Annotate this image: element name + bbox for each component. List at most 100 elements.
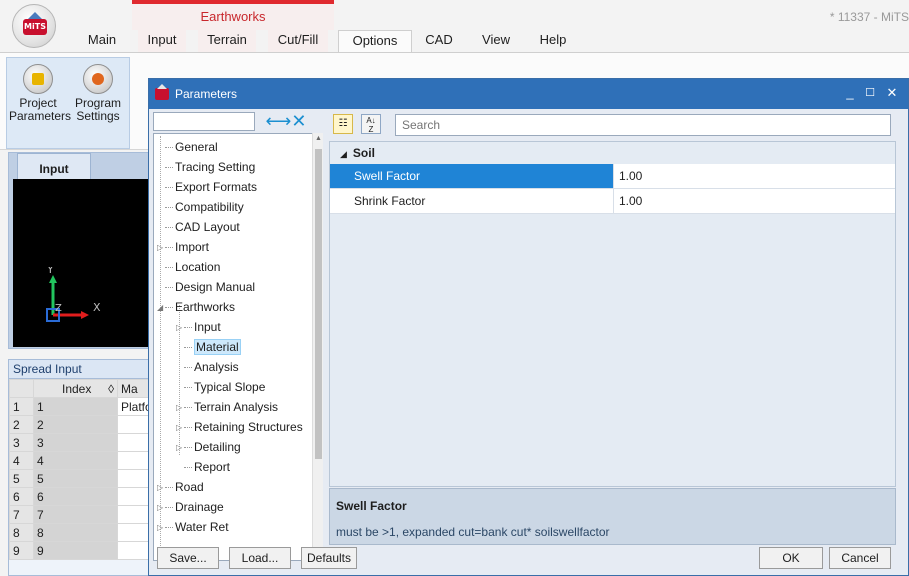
table-row[interactable]: 88 (9, 523, 160, 542)
table-row[interactable]: 33 (9, 433, 160, 452)
tree-filter-input[interactable] (153, 112, 255, 131)
scroll-up-icon[interactable]: ▲ (314, 135, 323, 142)
table-row[interactable]: 66 (9, 487, 160, 506)
maximize-button[interactable]: ☐ (860, 79, 880, 109)
project-parameters-button[interactable]: Project Parameters (9, 64, 71, 126)
category-expander-icon[interactable]: ◢ (340, 149, 347, 159)
tree-expand-icon[interactable]: ▷ (176, 318, 184, 338)
dialog-title: Parameters (175, 87, 238, 101)
tree-item[interactable]: Material (176, 337, 241, 357)
tree-item[interactable]: General (157, 137, 218, 157)
table-row[interactable]: 44 (9, 451, 160, 470)
categorized-view-icon[interactable]: ☷ (333, 114, 353, 134)
tab-view[interactable]: View (474, 30, 518, 53)
tree-connector (184, 447, 192, 449)
tree-connector (165, 507, 173, 509)
tab-cad[interactable]: CAD (418, 30, 460, 53)
tree-connector (165, 207, 173, 209)
context-group-earthworks: Earthworks (132, 0, 334, 30)
tab-cut-fill[interactable]: Cut/Fill (268, 30, 328, 53)
program-settings-button[interactable]: Program Settings (69, 64, 127, 126)
tab-terrain[interactable]: Terrain (198, 30, 256, 53)
corner-header (9, 379, 34, 398)
tree-scrollbar[interactable]: ▲ ▼ (312, 133, 323, 561)
category-soil[interactable]: ◢ Soil (330, 142, 895, 164)
tab-input[interactable]: Input (138, 30, 186, 53)
tree-connector (184, 427, 192, 429)
ok-button[interactable]: OK (759, 547, 823, 569)
mits-logo: MiTS (23, 19, 47, 35)
tab-main[interactable]: Main (82, 30, 122, 53)
property-search-input[interactable] (396, 115, 890, 135)
alphabetical-sort-icon[interactable]: A↓ Z (361, 114, 381, 134)
tree-connector (184, 367, 192, 369)
tab-options[interactable]: Options (338, 30, 412, 54)
table-row[interactable]: 77 (9, 505, 160, 524)
property-name: Shrink Factor (330, 189, 614, 213)
property-grid[interactable]: ◢ Soil Swell Factor 1.00 Shrink Factor 1.… (329, 141, 896, 487)
tree-item[interactable]: ▷ Water Ret (157, 517, 229, 537)
tree-expand-icon[interactable]: ▷ (176, 398, 184, 418)
tree-item[interactable]: ◢ Earthworks (157, 297, 235, 317)
table-row[interactable]: 99 (9, 541, 160, 560)
ribbon-header: MiTS Earthworks * 11337 - MiTS Main Inpu… (0, 0, 909, 54)
tree-item[interactable]: Export Formats (157, 177, 257, 197)
property-row-swell-factor[interactable]: Swell Factor 1.00 (330, 164, 895, 189)
property-value[interactable]: 1.00 (614, 164, 895, 188)
tree-expand-icon[interactable]: ▷ (176, 418, 184, 438)
application-menu-button[interactable]: MiTS (12, 4, 56, 48)
property-search-box[interactable] (395, 114, 891, 136)
clear-filter-icon[interactable]: ⟷✕ (256, 110, 316, 132)
tree-connector (184, 467, 192, 469)
tree-item[interactable]: ▷ Road (157, 477, 204, 497)
tree-item[interactable]: ▷ Retaining Structures (176, 417, 303, 437)
tree-expand-icon[interactable]: ▷ (157, 518, 165, 538)
tree-expand-icon[interactable]: ▷ (157, 238, 165, 258)
description-text: must be >1, expanded cut=bank cut* soils… (336, 525, 610, 539)
tree-item[interactable]: Design Manual (157, 277, 255, 297)
input-panel-tab[interactable]: Input (17, 153, 91, 179)
load-button[interactable]: Load... (229, 547, 291, 569)
table-row[interactable]: 1 1 Platfor (9, 397, 160, 416)
tree-item[interactable]: Analysis (176, 357, 239, 377)
defaults-button[interactable]: Defaults (301, 547, 357, 569)
tree-item[interactable]: Typical Slope (176, 377, 265, 397)
minimize-button[interactable]: _ (840, 79, 860, 109)
tree-item[interactable]: Report (176, 457, 230, 477)
tree-item[interactable]: CAD Layout (157, 217, 240, 237)
column-filter-icon[interactable]: ◊ (108, 382, 114, 396)
table-row[interactable]: 55 (9, 469, 160, 488)
dialog-title-bar[interactable]: Parameters _ ☐ ✕ (149, 79, 908, 109)
tree-expand-icon[interactable]: ▷ (176, 438, 184, 458)
tree-item-label: Earthworks (175, 300, 236, 314)
parameters-dialog: Parameters _ ☐ ✕ ⟷✕ General Tracing Setti… (148, 78, 909, 576)
tree-item[interactable]: ▷ Input (176, 317, 221, 337)
tree-item-label: Import (175, 240, 210, 254)
parameters-tree[interactable]: General Tracing Setting Export Formats Comp… (153, 133, 313, 561)
tab-help[interactable]: Help (532, 30, 574, 53)
save-button[interactable]: Save... (157, 547, 219, 569)
tree-scroll-thumb[interactable] (315, 149, 322, 459)
tree-item-label: Input (194, 320, 221, 334)
close-button[interactable]: ✕ (882, 79, 902, 109)
spread-grid[interactable]: Index ◊ Ma 1 1 Platfor 22 33 44 55 66 77 88… (9, 379, 160, 560)
tree-connector (165, 267, 173, 269)
property-name: Swell Factor (330, 164, 614, 188)
tree-collapse-icon[interactable]: ◢ (157, 298, 165, 318)
table-row[interactable]: 22 (9, 415, 160, 434)
tree-item[interactable]: Location (157, 257, 220, 277)
tree-expand-icon[interactable]: ▷ (157, 498, 165, 518)
tree-item[interactable]: Compatibility (157, 197, 244, 217)
property-scrollbar[interactable] (896, 141, 908, 545)
tree-expand-icon[interactable]: ▷ (157, 478, 165, 498)
tree-item[interactable]: ▷ Import (157, 237, 209, 257)
tree-item[interactable]: Tracing Setting (157, 157, 255, 177)
tree-connector (165, 147, 173, 149)
tree-item[interactable]: ▷ Drainage (157, 497, 224, 517)
property-row-shrink-factor[interactable]: Shrink Factor 1.00 (330, 189, 895, 214)
tree-item[interactable]: ▷ Terrain Analysis (176, 397, 278, 417)
property-value[interactable]: 1.00 (614, 189, 895, 213)
cancel-button[interactable]: Cancel (829, 547, 891, 569)
column-header-index[interactable]: Index ◊ (33, 379, 118, 398)
tree-item[interactable]: ▷ Detailing (176, 437, 241, 457)
